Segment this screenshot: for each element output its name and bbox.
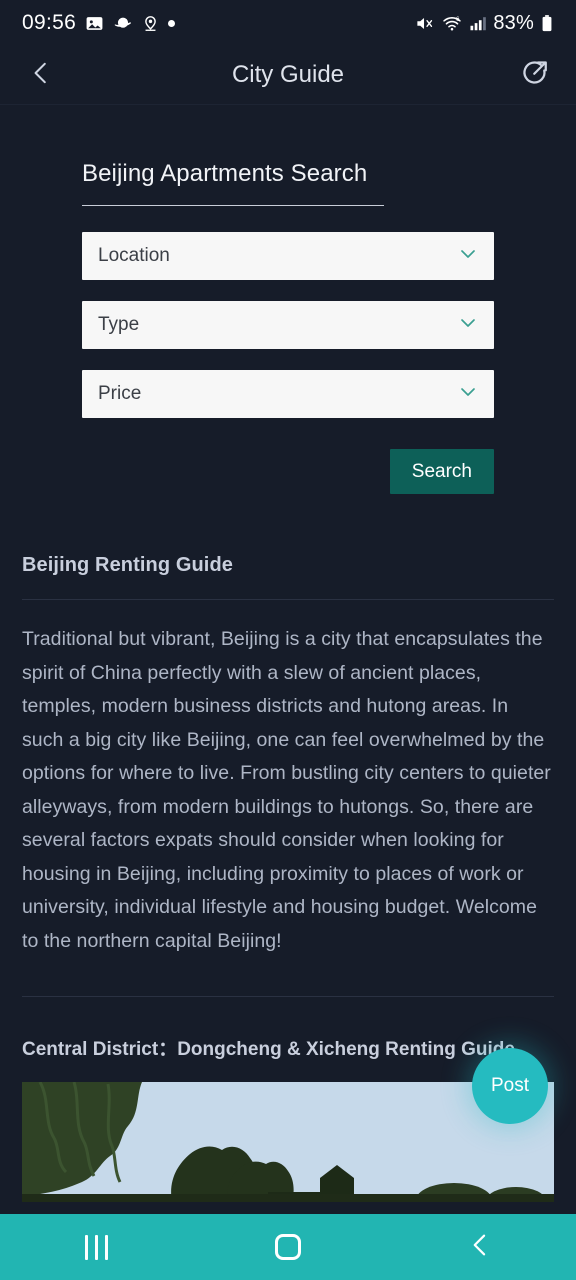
location-select[interactable]: Location: [82, 232, 494, 280]
post-fab-button[interactable]: Post: [472, 1048, 548, 1124]
back-button[interactable]: [18, 52, 64, 98]
chevron-down-icon: [456, 380, 480, 409]
cellular-signal-icon: [469, 14, 487, 33]
guide-body-text: Traditional but vibrant, Beijing is a ci…: [22, 628, 551, 952]
chevron-down-icon: [456, 311, 480, 340]
status-time: 09:56: [22, 11, 77, 34]
share-icon: [520, 58, 550, 93]
central-district-heading: Central District：Dongcheng & Xicheng Ren…: [22, 1039, 515, 1060]
location-pin-icon: [142, 14, 159, 33]
wifi-6-icon: 6: [441, 14, 463, 33]
mute-icon: [414, 14, 435, 33]
search-fields: Location Type Price: [0, 206, 576, 418]
recents-icon: [84, 1234, 108, 1260]
type-select-label: Type: [98, 314, 140, 335]
search-button-row: Search: [0, 439, 576, 494]
chevron-down-icon: [456, 242, 480, 271]
phone-screen: 09:56 6 83% City Guide Beijing Apartment…: [0, 0, 576, 1280]
nav-back-icon: [466, 1231, 494, 1264]
recents-button[interactable]: [0, 1214, 192, 1280]
dot-icon: [168, 19, 176, 27]
status-bar-right: 6 83%: [414, 12, 554, 35]
location-select-label: Location: [98, 245, 170, 266]
android-nav-bar: [0, 1214, 576, 1280]
svg-text:6: 6: [456, 16, 460, 23]
page-title: City Guide: [231, 61, 345, 88]
status-bar-left: 09:56: [22, 11, 176, 35]
app-header: City Guide: [0, 46, 576, 105]
image-icon: [85, 14, 104, 33]
price-select[interactable]: Price: [82, 370, 494, 418]
price-select-label: Price: [98, 383, 142, 404]
home-icon: [275, 1234, 301, 1260]
search-card-header: Beijing Apartments Search: [0, 106, 576, 206]
guide-heading: Beijing Renting Guide: [22, 554, 233, 576]
battery-percent: 83%: [493, 11, 534, 34]
home-button[interactable]: [192, 1214, 384, 1280]
search-button[interactable]: Search: [389, 449, 494, 494]
type-select[interactable]: Type: [82, 301, 494, 349]
share-button[interactable]: [512, 52, 558, 98]
chevron-left-icon: [28, 60, 54, 91]
planet-icon: [113, 14, 133, 33]
nav-back-button[interactable]: [384, 1214, 576, 1280]
search-card-title: Beijing Apartments Search: [82, 160, 368, 187]
status-bar: 09:56 6 83%: [0, 0, 576, 46]
battery-icon: [540, 14, 554, 33]
